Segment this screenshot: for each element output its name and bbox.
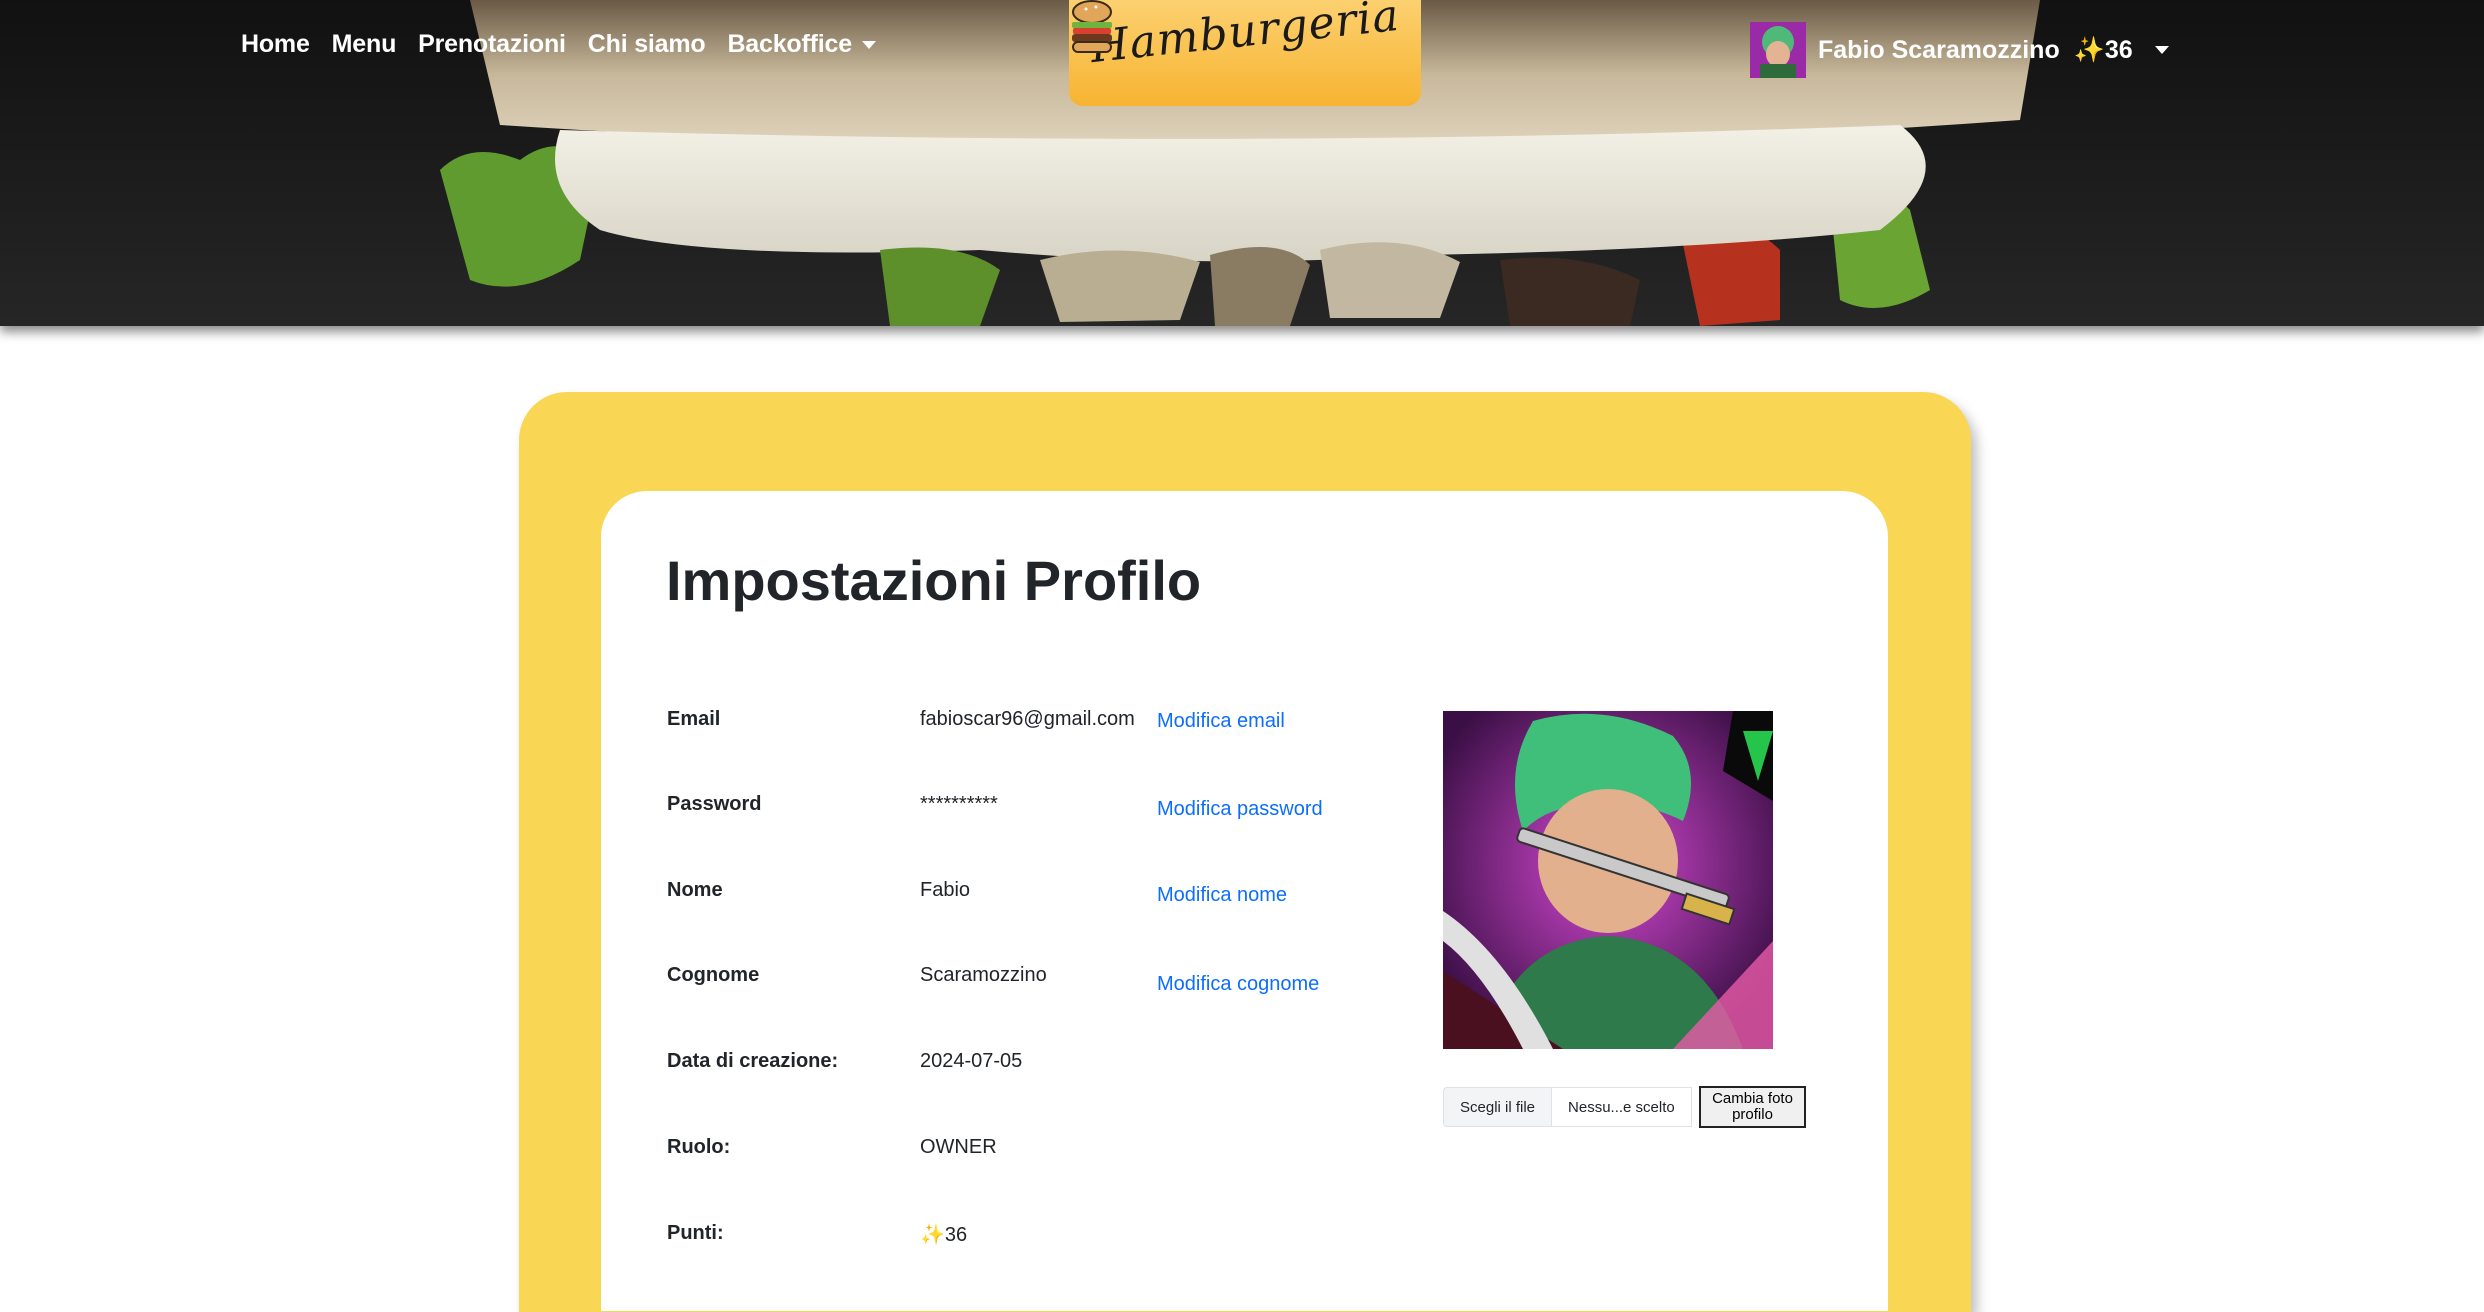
edit-password-link[interactable]: Modifica password [1157, 798, 1323, 821]
cognome-row: Cognome Scaramozzino Modifica cognome [0, 964, 2484, 1004]
nome-row: Nome Fabio Modifica nome [0, 879, 2484, 919]
logo-text: Hamburgeria [1087, 0, 1403, 74]
nome-label: Nome [667, 879, 723, 901]
role-label: Ruolo: [667, 1136, 731, 1158]
creation-date-row: Data di creazione: 2024-07-05 [0, 1050, 2484, 1090]
hero-header: Home Menu Prenotazioni Chi siamo Backoff… [0, 0, 2484, 326]
email-value: fabioscar96@gmail.com [920, 708, 1135, 730]
burger-icon [1072, 0, 1112, 53]
page-title: Impostazioni Profilo [666, 549, 1202, 612]
nav-backoffice-label: Backoffice [727, 30, 852, 58]
choose-file-button[interactable]: Scegli il file [1443, 1087, 1553, 1127]
password-value: ********** [920, 793, 998, 815]
points-value: ✨36 [920, 1224, 968, 1246]
profile-photo-file-input[interactable]: Scegli il file Nessu...e scelto [1443, 1087, 1692, 1127]
edit-email-link[interactable]: Modifica email [1157, 710, 1285, 733]
user-name: Fabio Scaramozzino [1818, 35, 2060, 64]
avatar-icon [1750, 22, 1806, 78]
edit-cognome-link[interactable]: Modifica cognome [1157, 973, 1319, 996]
nav-backoffice-dropdown[interactable]: Backoffice [727, 30, 876, 59]
role-row: Ruolo: OWNER [0, 1136, 2484, 1176]
nav-chi-siamo[interactable]: Chi siamo [588, 30, 706, 59]
chevron-down-icon [2154, 46, 2169, 54]
email-row: Email fabioscar96@gmail.com Modifica ema… [0, 708, 2484, 748]
profile-picture [1443, 711, 1773, 1049]
edit-nome-link[interactable]: Modifica nome [1157, 884, 1287, 907]
selected-file-name: Nessu...e scelto [1552, 1087, 1692, 1127]
nav-prenotazioni[interactable]: Prenotazioni [418, 30, 566, 59]
points-label: Punti: [667, 1222, 724, 1244]
user-points: ✨36 [2073, 35, 2133, 64]
change-profile-photo-button[interactable]: Cambia foto profilo [1699, 1086, 1806, 1128]
cognome-value: Scaramozzino [920, 964, 1047, 986]
creation-date-label: Data di creazione: [667, 1050, 839, 1072]
logo[interactable]: Hamburgeria [1069, 0, 1421, 106]
password-label: Password [667, 793, 762, 815]
cognome-label: Cognome [667, 964, 760, 986]
chevron-down-icon [861, 41, 876, 50]
role-value: OWNER [920, 1136, 997, 1158]
points-row: Punti: ✨36 [0, 1222, 2484, 1262]
password-row: Password ********** Modifica password [0, 793, 2484, 833]
nav-menu[interactable]: Menu [332, 30, 397, 59]
creation-date-value: 2024-07-05 [920, 1050, 1023, 1072]
nav-home[interactable]: Home [241, 30, 310, 59]
nome-value: Fabio [920, 879, 971, 901]
user-menu-dropdown[interactable]: Fabio Scaramozzino ✨36 [1750, 22, 2169, 78]
main-nav: Home Menu Prenotazioni Chi siamo Backoff… [241, 30, 876, 59]
email-label: Email [667, 708, 721, 730]
